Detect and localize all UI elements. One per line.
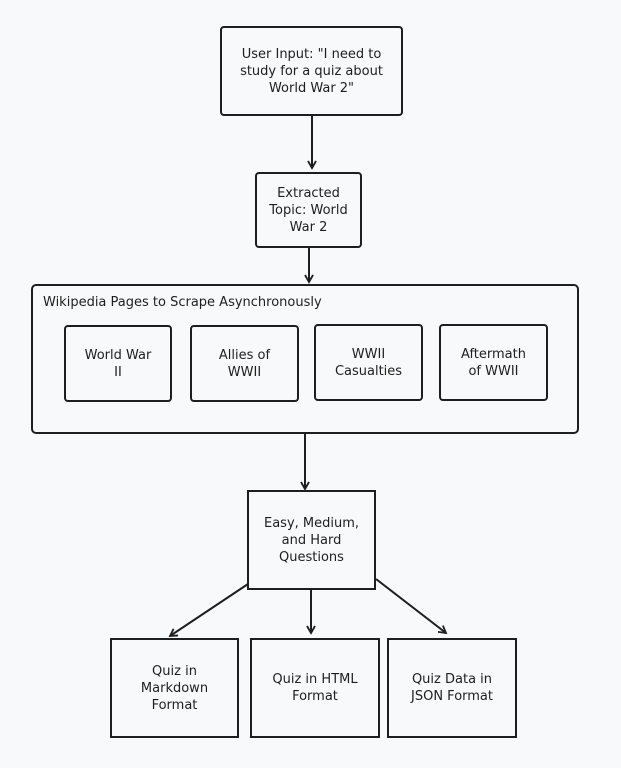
topic-label: Extracted Topic: World War 2 (269, 185, 348, 235)
page-node-allies-of-wwii: Allies of WWII (190, 325, 299, 402)
output-markdown-label: Quiz in Markdown Format (140, 663, 209, 713)
output-json-label: Quiz Data in JSON Format (411, 672, 493, 704)
output-html-label: Quiz in HTML Format (272, 672, 358, 704)
topic-node: Extracted Topic: World War 2 (255, 172, 362, 248)
questions-node: Easy, Medium, and Hard Questions (247, 490, 376, 590)
edge-questions-to-markdown (168, 583, 249, 638)
output-html-node: Quiz in HTML Format (250, 638, 380, 738)
page-label: Aftermath of WWII (461, 346, 526, 379)
output-json-node: Quiz Data in JSON Format (387, 638, 517, 738)
questions-label: Easy, Medium, and Hard Questions (263, 515, 360, 565)
user-input-node: User Input: "I need to study for a quiz … (220, 26, 403, 116)
output-markdown-node: Quiz in Markdown Format (110, 638, 239, 738)
page-label: Allies of WWII (218, 347, 271, 380)
page-label: WWII Casualties (334, 346, 403, 379)
group-title: Wikipedia Pages to Scrape Asynchronously (43, 295, 322, 310)
edge-questions-to-json (375, 578, 448, 635)
page-label: World War II (84, 347, 152, 380)
page-node-wwii-casualties: WWII Casualties (314, 324, 423, 401)
page-node-aftermath-of-wwii: Aftermath of WWII (439, 324, 548, 401)
user-input-label: User Input: "I need to study for a quiz … (240, 46, 383, 96)
page-node-world-war-ii: World War II (64, 325, 172, 402)
